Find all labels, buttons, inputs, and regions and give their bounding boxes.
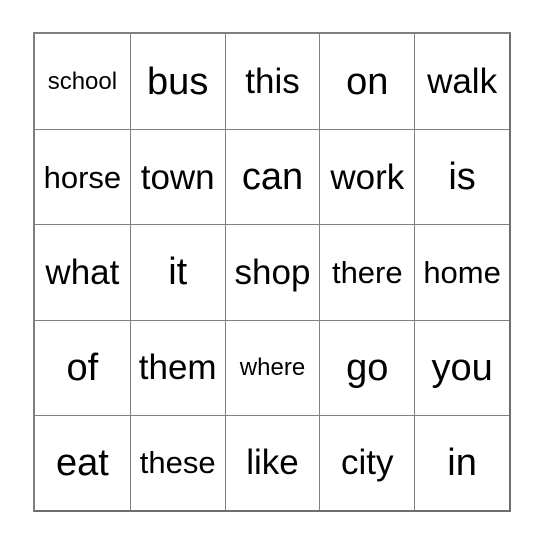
bingo-cell-label: in — [447, 441, 477, 484]
bingo-cell-r5c1[interactable]: eat — [35, 416, 130, 510]
bingo-cell-label: it — [168, 251, 188, 294]
bingo-cell-r3c5[interactable]: home — [414, 225, 509, 320]
bingo-cell-label: bus — [147, 60, 209, 103]
bingo-cell-r4c5[interactable]: you — [414, 320, 509, 415]
bingo-cell-r3c1[interactable]: what — [35, 225, 130, 319]
bingo-cell-r5c2[interactable]: these — [129, 415, 225, 510]
bingo-cell-label: shop — [234, 252, 311, 292]
bingo-cell-r4c4[interactable]: go — [319, 320, 414, 415]
bingo-cell-r4c3[interactable]: where — [224, 320, 320, 415]
table-row: what it shop there home — [35, 224, 509, 320]
bingo-cell-r4c1[interactable]: of — [35, 321, 130, 415]
bingo-cell-r1c5[interactable]: walk — [414, 34, 509, 130]
bingo-cell-r5c4[interactable]: city — [319, 415, 414, 510]
bingo-cell-label: you — [431, 346, 493, 389]
bingo-cell-label: there — [331, 254, 403, 290]
bingo-cell-r3c4[interactable]: there — [319, 225, 414, 320]
bingo-cell-label: like — [246, 443, 299, 483]
bingo-cell-r5c5[interactable]: in — [414, 415, 509, 510]
bingo-cell-r4c2[interactable]: them — [129, 320, 225, 415]
bingo-cell-label: these — [139, 445, 216, 481]
bingo-cell-r5c3[interactable]: like — [224, 415, 320, 510]
bingo-cell-label: of — [66, 346, 99, 389]
bingo-cell-r2c3[interactable]: can — [224, 130, 320, 225]
bingo-cell-label: where — [239, 353, 306, 381]
bingo-cell-label: on — [346, 60, 389, 103]
bingo-cell-label: town — [140, 157, 215, 197]
bingo-cell-r1c4[interactable]: on — [319, 34, 414, 130]
table-row: school bus this on walk — [35, 34, 509, 130]
bingo-cell-label: them — [138, 348, 217, 388]
table-row: of them where go you — [35, 319, 509, 415]
bingo-cell-r1c1[interactable]: school — [35, 34, 130, 129]
bingo-cell-label: can — [241, 156, 304, 199]
bingo-cell-label: what — [45, 252, 120, 292]
bingo-cell-label: horse — [43, 159, 122, 195]
table-row: horse town can work is — [35, 129, 509, 225]
bingo-cell-r3c2[interactable]: it — [129, 225, 225, 320]
bingo-cell-r1c2[interactable]: bus — [129, 34, 225, 130]
table-row: eat these like city in — [35, 414, 509, 510]
bingo-cell-label: eat — [55, 441, 109, 484]
bingo-cell-label: work — [330, 157, 405, 197]
bingo-cell-label: this — [245, 62, 300, 102]
bingo-cell-r2c4[interactable]: work — [319, 130, 414, 225]
bingo-cell-label: home — [423, 254, 501, 290]
bingo-cell-label: is — [448, 156, 476, 199]
bingo-cell-r2c5[interactable]: is — [414, 130, 509, 225]
bingo-cell-label: school — [47, 67, 118, 95]
bingo-cell-r1c3[interactable]: this — [224, 34, 320, 130]
bingo-cell-r3c3[interactable]: shop — [224, 225, 320, 320]
bingo-cell-label: city — [341, 443, 394, 483]
bingo-cell-label: go — [346, 346, 389, 389]
bingo-cell-label: walk — [427, 62, 498, 102]
bingo-cell-r2c1[interactable]: horse — [35, 130, 130, 224]
bingo-card: school bus this on walk horse town can w… — [33, 32, 511, 512]
bingo-cell-r2c2[interactable]: town — [129, 130, 225, 225]
